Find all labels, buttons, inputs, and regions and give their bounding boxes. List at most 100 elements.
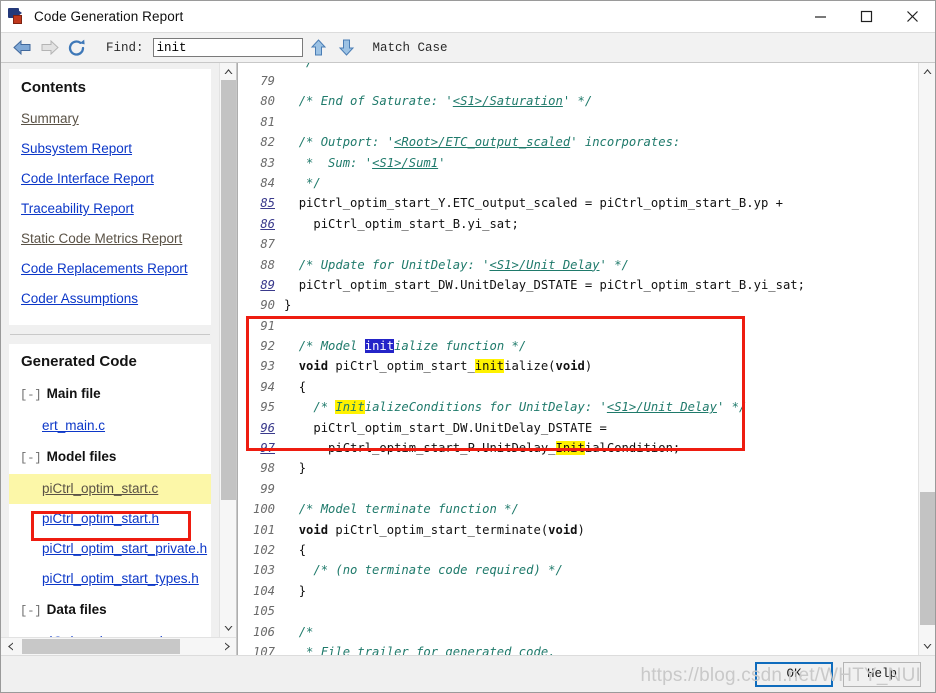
sidebar-hscroll-thumb[interactable] [22, 639, 180, 654]
toolbar: Find: Match Case [1, 32, 935, 63]
code-scroll-track[interactable] [919, 80, 936, 638]
line-content: { [284, 540, 306, 560]
code-line: 106 /* [238, 622, 918, 642]
tree-group-label: Model files [47, 449, 117, 464]
code-scroll-thumb[interactable] [920, 492, 935, 625]
line-number: 80 [238, 91, 284, 111]
sidebar-link-static-code-metrics-report[interactable]: Static Code Metrics Report [9, 224, 211, 254]
line-number: 83 [238, 153, 284, 173]
code-line: 98 } [238, 458, 918, 478]
generated-code-title: Generated Code [9, 353, 211, 370]
back-arrow-icon[interactable] [9, 36, 36, 60]
sidebar-horizontal-scrollbar[interactable] [1, 637, 236, 655]
code-line: 103 /* (no terminate code required) */ [238, 560, 918, 580]
line-content: /* Model initialize function */ [284, 336, 526, 356]
sidebar-link-coder-assumptions[interactable]: Coder Assumptions [9, 284, 211, 314]
line-content: /* Model terminate function */ [284, 499, 519, 519]
line-content: void piCtrl_optim_start_terminate(void) [284, 520, 585, 540]
close-button[interactable] [889, 1, 935, 32]
contents-title: Contents [9, 79, 211, 96]
code-vertical-scrollbar[interactable] [918, 63, 935, 655]
contents-panel: Contents Summary Subsystem Report Code I… [9, 69, 211, 325]
line-number-traceable[interactable]: 86 [238, 214, 284, 234]
line-number: 101 [238, 520, 284, 540]
refresh-icon[interactable] [63, 36, 90, 60]
match-case-label[interactable]: Match Case [373, 41, 448, 55]
code-line: 96 piCtrl_optim_start_DW.UnitDelay_DSTAT… [238, 418, 918, 438]
code-viewer[interactable]: */ 7980 /* End of Saturate: '<S1>/Satura… [238, 63, 918, 655]
find-previous-button[interactable] [307, 36, 331, 60]
line-number-traceable[interactable]: 89 [238, 275, 284, 295]
line-number: 100 [238, 499, 284, 519]
line-number: 90 [238, 295, 284, 315]
line-number-traceable[interactable]: 85 [238, 193, 284, 213]
window-controls [797, 1, 935, 32]
scroll-up-arrow-icon[interactable] [220, 63, 237, 80]
line-content: /* InitializeConditions for UnitDelay: '… [284, 397, 746, 417]
scroll-down-arrow-icon[interactable] [220, 620, 237, 637]
line-number-traceable[interactable]: 96 [238, 418, 284, 438]
line-number: 98 [238, 458, 284, 478]
line-number: 81 [238, 112, 284, 132]
file-link-pictrl-optim-start-h[interactable]: piCtrl_optim_start.h [9, 504, 211, 534]
line-number [238, 63, 284, 71]
tree-group-model-files[interactable]: [-] Model files [9, 441, 211, 474]
sidebar-vertical-scrollbar[interactable] [219, 63, 236, 637]
line-number: 93 [238, 356, 284, 376]
scroll-right-arrow-icon[interactable] [218, 638, 236, 656]
main-body: Contents Summary Subsystem Report Code I… [1, 63, 935, 655]
line-content: /* (no terminate code required) */ [284, 560, 563, 580]
generated-code-panel: Generated Code [-] Main file ert_main.c [… [9, 344, 211, 637]
sidebar-scroll-track[interactable] [220, 80, 237, 620]
line-number: 82 [238, 132, 284, 152]
maximize-button[interactable] [843, 1, 889, 32]
line-content: piCtrl_optim_start_B.yi_sat; [284, 214, 519, 234]
tree-group-main-file[interactable]: [-] Main file [9, 378, 211, 411]
line-content: */ [284, 63, 313, 71]
code-line: 93 void piCtrl_optim_start_initialize(vo… [238, 356, 918, 376]
sidebar-link-code-interface-report[interactable]: Code Interface Report [9, 164, 211, 194]
collapse-toggle-icon[interactable]: [-] [20, 451, 42, 465]
collapse-toggle-icon[interactable]: [-] [20, 388, 42, 402]
line-number: 79 [238, 71, 284, 91]
code-line: 107 * File trailer for generated code. [238, 642, 918, 655]
line-number: 92 [238, 336, 284, 356]
scroll-up-arrow-icon[interactable] [919, 63, 936, 80]
scroll-down-arrow-icon[interactable] [919, 638, 936, 655]
tree-group-label: Main file [47, 386, 101, 401]
collapse-toggle-icon[interactable]: [-] [20, 604, 42, 618]
bottom-bar: https://blog.csdn.net/WHTY_NUI OK Help [1, 655, 935, 692]
line-content: void piCtrl_optim_start_initialize(void) [284, 356, 592, 376]
file-link-pictrl-optim-start-types-h[interactable]: piCtrl_optim_start_types.h [9, 564, 211, 594]
search-input[interactable] [153, 38, 303, 57]
line-content: { [284, 377, 306, 397]
tree-group-data-files[interactable]: [-]Data files [9, 594, 211, 627]
line-number: 103 [238, 560, 284, 580]
scroll-left-arrow-icon[interactable] [1, 638, 19, 656]
code-line: 85 piCtrl_optim_start_Y.ETC_output_scale… [238, 193, 918, 213]
ok-button[interactable]: OK [755, 662, 833, 687]
line-content: } [284, 295, 291, 315]
minimize-button[interactable] [797, 1, 843, 32]
code-line: 79 [238, 71, 918, 91]
file-link-pictrl-optim-start-c[interactable]: piCtrl_optim_start.c [9, 474, 211, 504]
sidebar-divider [10, 334, 210, 335]
file-link-ert-main-c[interactable]: ert_main.c [9, 411, 211, 441]
file-link-pictrl-optim-start-private-h[interactable]: piCtrl_optim_start_private.h [9, 534, 211, 564]
file-link-pictrl-optim-start-data-c[interactable]: piCtrl_optim_start_data.c [9, 627, 211, 637]
sidebar-link-subsystem-report[interactable]: Subsystem Report [9, 134, 211, 164]
sidebar-scroll-thumb[interactable] [221, 80, 236, 500]
window-title: Code Generation Report [34, 9, 183, 24]
code-line: 84 */ [238, 173, 918, 193]
line-number-traceable[interactable]: 97 [238, 438, 284, 458]
sidebar-link-traceability-report[interactable]: Traceability Report [9, 194, 211, 224]
sidebar-link-code-replacements-report[interactable]: Code Replacements Report [9, 254, 211, 284]
code-line: 90} [238, 295, 918, 315]
sidebar-hscroll-track[interactable] [19, 638, 218, 656]
sidebar-link-summary[interactable]: Summary [9, 104, 211, 134]
find-next-button[interactable] [335, 36, 359, 60]
line-number: 106 [238, 622, 284, 642]
code-line: 89 piCtrl_optim_start_DW.UnitDelay_DSTAT… [238, 275, 918, 295]
help-button[interactable]: Help [843, 662, 921, 687]
line-number: 95 [238, 397, 284, 417]
